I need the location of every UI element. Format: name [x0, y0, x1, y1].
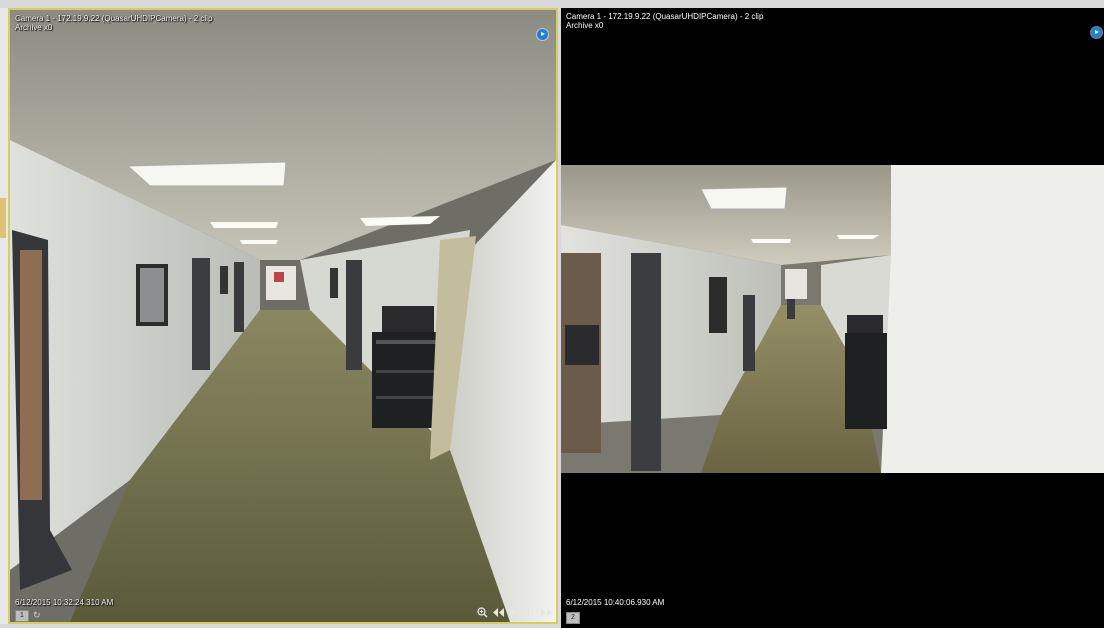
- zoom-in-icon[interactable]: [476, 606, 488, 618]
- corridor-video-frame: [561, 165, 1104, 473]
- camera-video-feed[interactable]: [10, 10, 556, 622]
- play-circle-icon[interactable]: [1091, 27, 1102, 38]
- tile-number-badge[interactable]: 1: [15, 610, 29, 622]
- camera-title: Camera 1 - 172.19.9.22 (QuasarUHDIPCamer…: [15, 14, 213, 23]
- corridor-video-frame: [10, 10, 556, 622]
- camera-title: Camera 1 - 172.19.9.22 (QuasarUHDIPCamer…: [566, 12, 764, 21]
- video-viewer: Camera 1 - 172.19.9.22 (QuasarUHDIPCamer…: [0, 0, 1104, 628]
- fast-forward-icon[interactable]: [540, 606, 552, 618]
- play-icon[interactable]: [508, 606, 520, 618]
- camera-video-feed[interactable]: [561, 165, 1104, 473]
- playback-mode: Archive x0: [566, 21, 604, 30]
- camera-tile-2[interactable]: Camera 1 - 172.19.9.22 (QuasarUHDIPCamer…: [561, 8, 1104, 628]
- camera-tile-1[interactable]: Camera 1 - 172.19.9.22 (QuasarUHDIPCamer…: [8, 8, 558, 624]
- side-panel-handle[interactable]: [0, 8, 8, 624]
- panel-tab[interactable]: [0, 198, 6, 238]
- pause-icon[interactable]: [524, 606, 536, 618]
- play-circle-icon[interactable]: [537, 29, 548, 40]
- camera-overlay-title: Camera 1 - 172.19.9.22 (QuasarUHDIPCamer…: [15, 14, 212, 32]
- tile-number-badge[interactable]: 2: [566, 612, 580, 624]
- timestamp: 6/12/2015 10:40:06.930 AM: [566, 598, 665, 607]
- playback-controls: [476, 606, 552, 618]
- sync-icon[interactable]: ↻: [33, 611, 42, 620]
- camera-overlay-title: Camera 1 - 172.19.9.22 (QuasarUHDIPCamer…: [566, 12, 763, 30]
- playback-mode: Archive x0: [15, 23, 53, 32]
- rewind-icon[interactable]: [492, 606, 504, 618]
- timestamp: 6/12/2015 10:32:24.310 AM: [15, 598, 114, 607]
